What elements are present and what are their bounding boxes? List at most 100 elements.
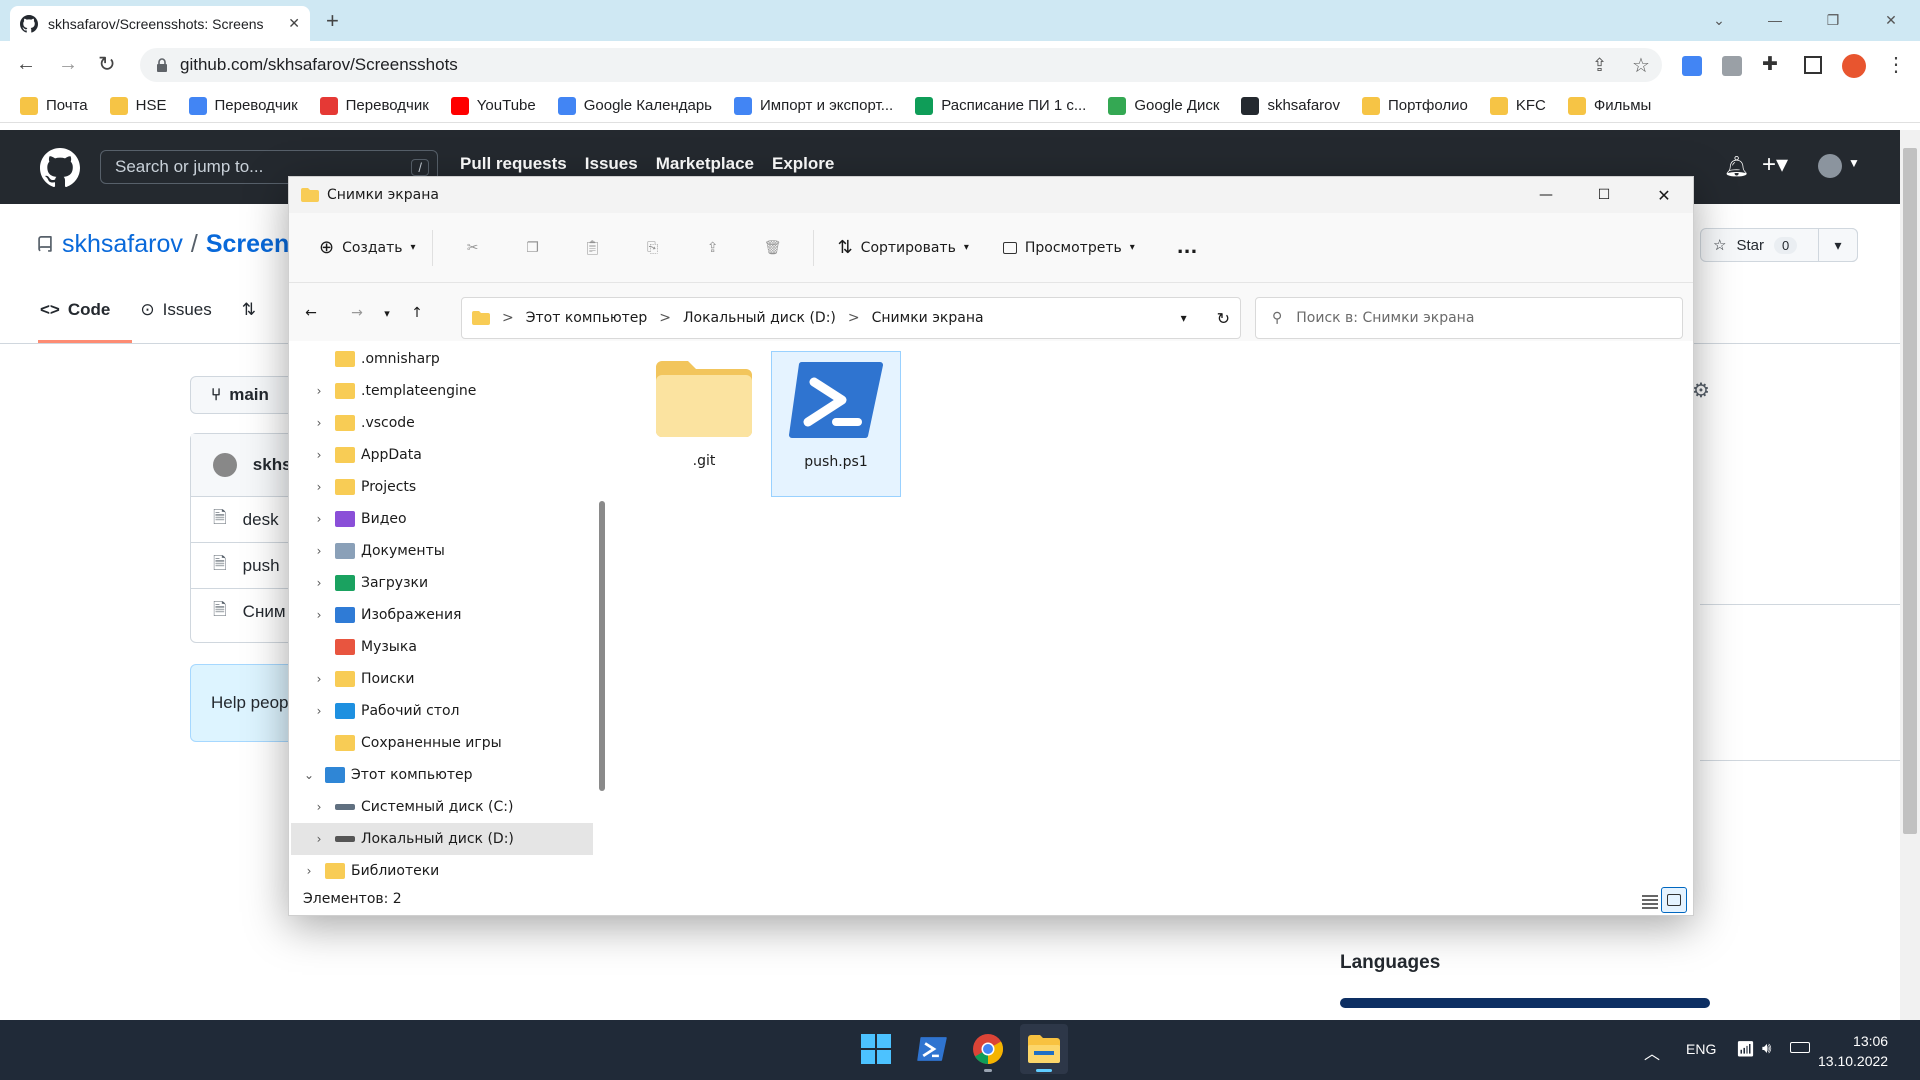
bookmark-item[interactable]: KFC [1489, 96, 1546, 115]
back-icon[interactable]: ← [299, 301, 323, 325]
chevron-right-icon[interactable]: › [311, 384, 327, 398]
bookmark-star-icon[interactable]: ☆ [1632, 53, 1650, 78]
page-scrollbar-thumb[interactable] [1903, 148, 1917, 834]
extension-icon[interactable] [1722, 56, 1742, 76]
create-button[interactable]: ⊕ Создать ▾ [313, 228, 422, 268]
battery-icon[interactable] [1790, 1042, 1810, 1053]
restore-icon[interactable]: ❐ [1810, 8, 1856, 32]
breadcrumb-this-pc[interactable]: Этот компьютер [526, 310, 648, 326]
bookmark-item[interactable]: Google Диск [1108, 96, 1219, 115]
tree-item[interactable]: › Projects [291, 471, 593, 503]
back-icon[interactable]: ← [16, 53, 36, 76]
copy-icon[interactable]: ❐ [503, 228, 563, 268]
table-row[interactable]: 🗎 desk [191, 496, 301, 542]
tree-item[interactable]: › Документы [291, 535, 593, 567]
details-view-icon[interactable] [1641, 893, 1661, 913]
maximize-icon[interactable]: ☐ [1575, 177, 1633, 213]
clock[interactable]: 13:06 13.10.2022 [1818, 1031, 1888, 1071]
tree-item[interactable]: › Библиотеки [291, 855, 593, 887]
chevron-right-icon[interactable]: › [311, 480, 327, 494]
tree-item[interactable]: › Видео [291, 503, 593, 535]
github-logo-icon[interactable] [40, 148, 80, 188]
bookmark-item[interactable]: Фильмы [1567, 96, 1651, 115]
breadcrumb-drive-d[interactable]: Локальный диск (D:) [683, 310, 836, 326]
up-icon[interactable]: ↑ [405, 301, 429, 325]
table-row[interactable]: 🗎 push [191, 542, 301, 588]
share-icon[interactable]: ⇪ [1592, 55, 1607, 76]
windows-start-icon[interactable] [852, 1024, 900, 1074]
bookmark-item[interactable]: Расписание ПИ 1 с... [915, 96, 1086, 115]
tree-item[interactable]: .omnisharp [291, 343, 593, 375]
settings-gear-icon[interactable]: ⚙ [1692, 378, 1710, 403]
nav-link-marketplace[interactable]: Marketplace [656, 154, 754, 174]
nav-link-explore[interactable]: Explore [772, 154, 834, 174]
explorer-address-bar[interactable]: > Этот компьютер > Локальный диск (D:) >… [461, 297, 1241, 339]
view-button[interactable]: Просмотреть ▾ [997, 228, 1141, 268]
chevron-right-icon[interactable]: › [311, 800, 327, 814]
bookmark-item[interactable]: Переводчик [319, 96, 429, 115]
tree-item[interactable]: Музыка [291, 631, 593, 663]
tree-item[interactable]: › Изображения [291, 599, 593, 631]
close-window-icon[interactable]: ✕ [1868, 8, 1914, 32]
rename-icon[interactable]: ⎘ [623, 228, 683, 268]
sort-button[interactable]: ⇅ Сортировать ▾ [832, 228, 975, 268]
close-icon[interactable]: ✕ [1635, 177, 1693, 213]
chevron-right-icon[interactable]: › [311, 544, 327, 558]
tree-item[interactable]: › .templateengine [291, 375, 593, 407]
bookmark-item[interactable]: HSE [109, 96, 167, 115]
chevron-down-icon[interactable]: ⌄ [301, 768, 317, 782]
input-language[interactable]: ENG [1686, 1041, 1716, 1057]
cut-icon[interactable]: ✂ [443, 228, 503, 268]
minimize-icon[interactable]: — [1752, 8, 1798, 32]
paste-icon[interactable]: 📋︎ [563, 228, 623, 268]
bookmark-item[interactable]: Переводчик [188, 96, 298, 115]
reload-icon[interactable]: ↻ [98, 52, 116, 77]
branch-selector[interactable]: ⑂ main [190, 376, 300, 414]
forward-icon[interactable]: → [345, 301, 369, 325]
table-row[interactable]: 🗎 Сним [191, 588, 301, 634]
new-tab-button[interactable]: + [326, 8, 339, 34]
explorer-search-input[interactable]: ⚲ Поиск в: Снимки экрана [1255, 297, 1683, 339]
chevron-right-icon[interactable]: › [311, 576, 327, 590]
bookmark-item[interactable]: Почта [20, 96, 88, 115]
large-icons-view-icon[interactable] [1661, 887, 1687, 913]
chevron-right-icon[interactable]: › [311, 512, 327, 526]
tree-item[interactable]: › Загрузки [291, 567, 593, 599]
volume-icon[interactable]: 🔊︎ [1762, 1040, 1771, 1057]
create-new-icon[interactable]: +▾ [1762, 150, 1788, 179]
delete-icon[interactable]: 🗑︎ [743, 228, 803, 268]
breadcrumb-screenshots[interactable]: Снимки экрана [872, 310, 984, 326]
folder-item-git[interactable]: .git [639, 351, 769, 497]
tree-item[interactable]: › Поиски [291, 663, 593, 695]
close-tab-icon[interactable]: ✕ [288, 15, 300, 32]
tree-item[interactable]: Сохраненные игры [291, 727, 593, 759]
tree-item[interactable]: › .vscode [291, 407, 593, 439]
puzzle-extensions-icon[interactable]: ✚ [1762, 53, 1778, 76]
bookmark-item[interactable]: Импорт и экспорт... [733, 96, 893, 115]
profile-avatar[interactable] [1842, 54, 1866, 78]
star-dropdown-icon[interactable]: ▾ [1818, 228, 1858, 262]
tab-search-icon[interactable]: ⌄ [1696, 8, 1742, 32]
more-options-button[interactable]: ... [1171, 228, 1204, 268]
user-avatar[interactable] [1818, 154, 1842, 178]
nav-link-issues[interactable]: Issues [585, 154, 638, 174]
side-panel-icon[interactable] [1804, 56, 1822, 74]
file-explorer-icon[interactable] [1020, 1024, 1068, 1074]
address-bar[interactable]: github.com/skhsafarov/Screensshots [140, 48, 1662, 82]
address-dropdown-icon[interactable]: ▾ [1181, 311, 1187, 325]
nav-link-pull-requests[interactable]: Pull requests [460, 154, 567, 174]
refresh-icon[interactable]: ↻ [1217, 309, 1230, 328]
chrome-menu-icon[interactable]: ⋮ [1886, 52, 1906, 77]
minimize-icon[interactable]: — [1517, 177, 1575, 213]
forward-icon[interactable]: → [58, 53, 78, 76]
chevron-right-icon[interactable]: › [311, 672, 327, 686]
navigation-pane-scrollbar[interactable] [599, 501, 605, 791]
recent-locations-icon[interactable]: ▾ [375, 301, 399, 325]
tree-item[interactable]: ⌄ Этот компьютер [291, 759, 593, 791]
chevron-right-icon[interactable]: › [311, 608, 327, 622]
tree-item[interactable]: › Системный диск (C:) [291, 791, 593, 823]
tree-item[interactable]: › Локальный диск (D:) [291, 823, 593, 855]
chevron-right-icon[interactable]: › [311, 704, 327, 718]
bookmark-item[interactable]: skhsafarov [1241, 96, 1340, 115]
file-item-push-ps1[interactable]: push.ps1 [771, 351, 901, 497]
